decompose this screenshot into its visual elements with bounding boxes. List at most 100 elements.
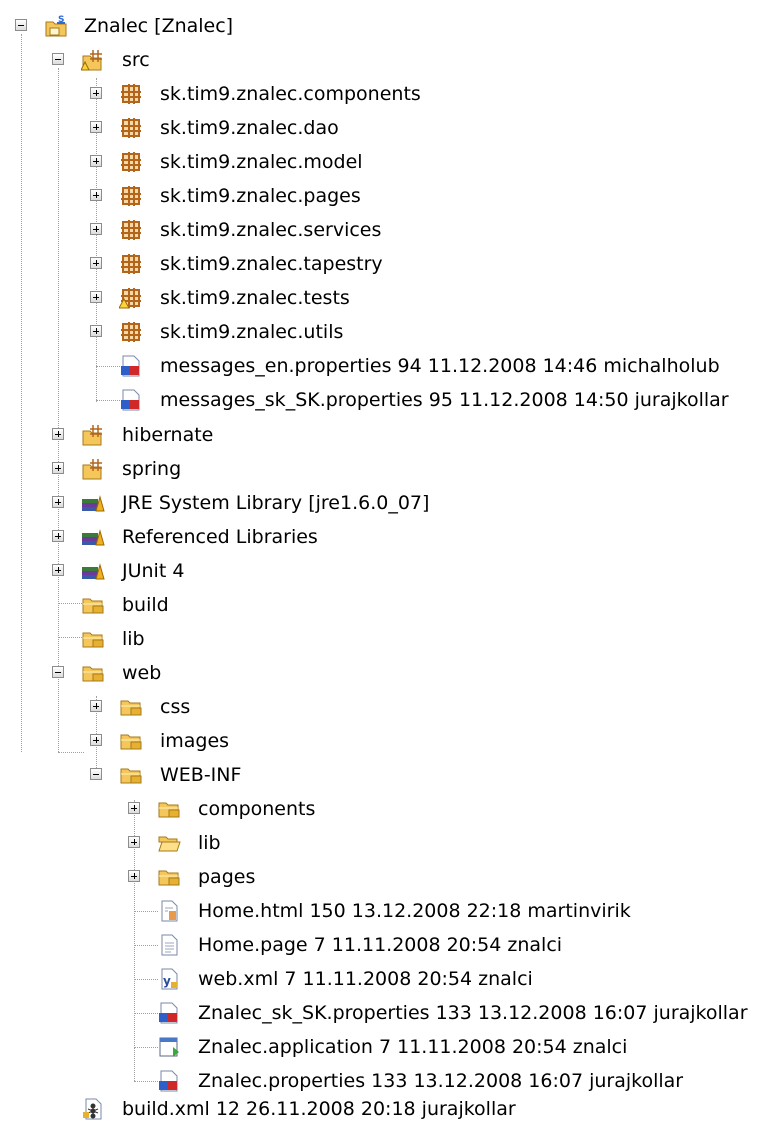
tree-node-label: css bbox=[160, 696, 191, 718]
expand-toggle[interactable] bbox=[90, 121, 102, 133]
expand-toggle[interactable] bbox=[90, 700, 102, 712]
source-folder-icon bbox=[82, 459, 102, 480]
tree-node-label: sk.tim9.znalec.pages bbox=[160, 185, 361, 207]
tree-node-label: sk.tim9.znalec.tapestry bbox=[160, 253, 383, 275]
package-icon bbox=[121, 186, 141, 206]
xml-file-icon: y bbox=[161, 968, 178, 990]
collapse-toggle[interactable] bbox=[52, 53, 64, 65]
tree-node-label: Znalec.application 7 11.11.2008 20:54 zn… bbox=[198, 1036, 628, 1058]
folder-icon bbox=[82, 598, 104, 614]
expand-toggle[interactable] bbox=[90, 155, 102, 167]
properties-file-icon bbox=[159, 1070, 178, 1092]
package-icon bbox=[121, 152, 141, 172]
folder-open-icon bbox=[158, 836, 181, 852]
tree-node-label: sk.tim9.znalec.utils bbox=[160, 321, 344, 343]
tree-node-label: web.xml 7 11.11.2008 20:54 znalci bbox=[198, 968, 533, 990]
expand-toggle[interactable] bbox=[52, 496, 64, 508]
folder-icon bbox=[120, 734, 142, 750]
tree-guide-line bbox=[58, 752, 84, 753]
expand-toggle[interactable] bbox=[128, 870, 140, 882]
tree-node-label: build bbox=[122, 594, 169, 616]
folder-icon bbox=[82, 666, 104, 682]
expand-toggle[interactable] bbox=[128, 836, 140, 848]
package-icon bbox=[121, 220, 141, 240]
tree-guide-line bbox=[134, 1047, 158, 1048]
folder-icon bbox=[120, 768, 142, 784]
tree-node-label: images bbox=[160, 730, 230, 752]
folder-icon bbox=[158, 802, 180, 818]
tree-guide-line bbox=[134, 1013, 158, 1014]
expand-toggle[interactable] bbox=[52, 530, 64, 542]
tree-node-label: lib bbox=[122, 628, 145, 650]
text-file-icon bbox=[161, 934, 178, 956]
expand-toggle[interactable] bbox=[90, 223, 102, 235]
expand-toggle[interactable] bbox=[90, 87, 102, 99]
tree-guide-line bbox=[21, 34, 22, 752]
expand-toggle[interactable] bbox=[52, 462, 64, 474]
tree-guide-line bbox=[134, 1081, 158, 1082]
tree-node-label: sk.tim9.znalec.tests bbox=[160, 287, 350, 309]
library-icon bbox=[82, 495, 105, 512]
expand-toggle[interactable] bbox=[52, 428, 64, 440]
tree-node-label: sk.tim9.znalec.model bbox=[160, 151, 363, 173]
collapse-toggle[interactable] bbox=[15, 19, 27, 31]
package-explorer-tree: S Znalec [Znalec] src sk.tim9.znalec.com… bbox=[0, 0, 771, 1126]
expand-toggle[interactable] bbox=[90, 291, 102, 303]
tree-node-label: components bbox=[198, 798, 316, 820]
folder-icon bbox=[158, 870, 180, 886]
source-folder-icon bbox=[81, 50, 102, 71]
ant-file-icon bbox=[83, 1098, 102, 1120]
tree-node-label: JRE System Library [jre1.6.0_07] bbox=[122, 492, 430, 514]
tree-guide-line bbox=[96, 366, 120, 367]
tree-node-label: spring bbox=[122, 458, 182, 480]
library-icon bbox=[82, 529, 105, 546]
tree-guide-line bbox=[58, 68, 59, 752]
package-icon bbox=[121, 118, 141, 138]
collapse-toggle[interactable] bbox=[52, 666, 64, 678]
tree-node-label: Znalec [Znalec] bbox=[84, 15, 234, 37]
expand-toggle[interactable] bbox=[90, 325, 102, 337]
collapse-toggle[interactable] bbox=[90, 768, 102, 780]
properties-file-icon bbox=[121, 389, 140, 411]
package-icon bbox=[121, 254, 141, 274]
expand-toggle[interactable] bbox=[128, 802, 140, 814]
expand-toggle[interactable] bbox=[90, 189, 102, 201]
java-project-icon: S bbox=[45, 15, 67, 37]
tree-node-label: build.xml 12 26.11.2008 20:18 jurajkolla… bbox=[122, 1098, 516, 1120]
tree-node-label: Referenced Libraries bbox=[122, 526, 318, 548]
tree-node-label: sk.tim9.znalec.components bbox=[160, 83, 421, 105]
tree-node-label: Home.html 150 13.12.2008 22:18 martinvir… bbox=[198, 900, 631, 922]
expand-toggle[interactable] bbox=[52, 564, 64, 576]
library-icon bbox=[82, 563, 105, 580]
tree-node-label: sk.tim9.znalec.dao bbox=[160, 117, 339, 139]
expand-toggle[interactable] bbox=[90, 257, 102, 269]
tree-node-label: Znalec_sk_SK.properties 133 13.12.2008 1… bbox=[198, 1002, 748, 1024]
package-icon bbox=[121, 84, 141, 104]
tree-guide-line bbox=[134, 979, 158, 980]
tree-node-label: pages bbox=[198, 866, 256, 888]
tree-node-label: lib bbox=[198, 832, 221, 854]
tree-guide-line bbox=[134, 945, 158, 946]
tree-node-label: messages_en.properties 94 11.12.2008 14:… bbox=[160, 355, 720, 377]
html-file-icon bbox=[161, 900, 178, 922]
folder-icon bbox=[82, 632, 104, 648]
package-warning-icon bbox=[119, 288, 141, 309]
package-icon bbox=[121, 322, 141, 342]
tree-node-label: hibernate bbox=[122, 424, 214, 446]
tree-node-label: JUnit 4 bbox=[122, 560, 185, 582]
expand-toggle[interactable] bbox=[90, 734, 102, 746]
tree-node-label: web bbox=[122, 662, 162, 684]
tree-node-label: sk.tim9.znalec.services bbox=[160, 219, 382, 241]
tree-guide-line bbox=[134, 1047, 135, 1081]
properties-file-icon bbox=[121, 355, 140, 377]
source-folder-icon bbox=[82, 425, 102, 446]
tree-node-label: Home.page 7 11.11.2008 20:54 znalci bbox=[198, 934, 563, 956]
tree-guide-line bbox=[134, 911, 158, 912]
tree-node-label: src bbox=[122, 49, 150, 71]
tree-node-label: messages_sk_SK.properties 95 11.12.2008 … bbox=[160, 389, 729, 411]
svg-text:y: y bbox=[163, 974, 171, 988]
tree-guide-line bbox=[96, 400, 120, 401]
folder-icon bbox=[120, 700, 142, 716]
tree-node-label: WEB-INF bbox=[160, 764, 242, 786]
properties-file-icon bbox=[159, 1002, 178, 1024]
